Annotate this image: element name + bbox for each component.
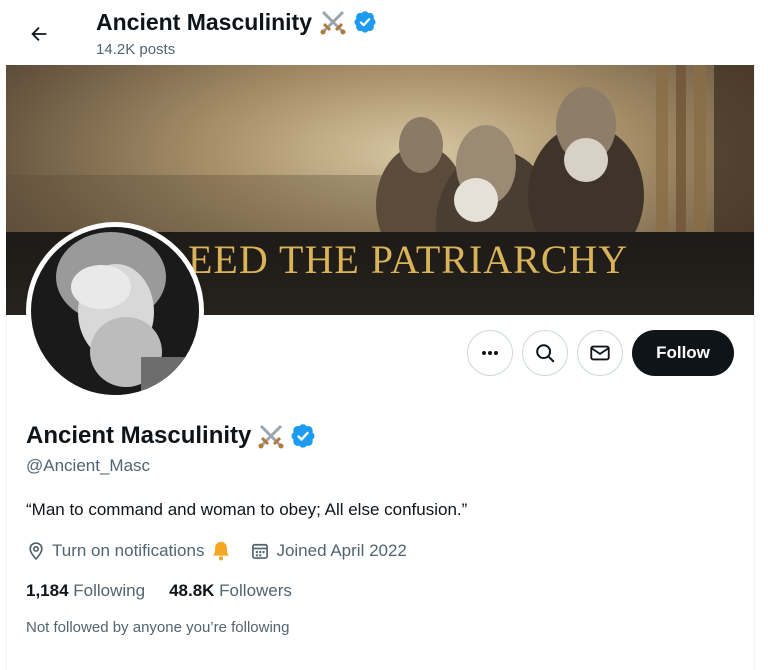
profile-meta: Turn on notifications Joined April 2022	[26, 540, 425, 562]
profile-header: Ancient Masculinity 14.2K posts	[0, 0, 768, 65]
followers-link[interactable]: 48.8K Followers	[169, 581, 292, 601]
following-link[interactable]: 1,184 Following	[26, 581, 145, 601]
avatar-image	[31, 227, 199, 395]
not-followed-notice: Not followed by anyone you’re following	[26, 619, 290, 636]
more-button[interactable]	[467, 330, 513, 376]
search-profile-button[interactable]	[522, 330, 568, 376]
envelope-icon	[590, 345, 610, 361]
verified-badge-icon[interactable]	[354, 11, 376, 33]
notifications-toggle[interactable]: Turn on notifications	[26, 540, 232, 562]
posts-count: 14.2K posts	[96, 41, 176, 58]
message-button[interactable]	[577, 330, 623, 376]
more-dots-icon	[482, 351, 498, 355]
calendar-icon	[252, 543, 269, 559]
crossed-swords-icon	[318, 7, 348, 37]
arrow-left-icon	[31, 26, 47, 42]
following-label: Following	[73, 581, 146, 600]
profile-handle: @Ancient_Masc	[26, 456, 151, 475]
joined-label: Joined April 2022	[276, 541, 407, 560]
bell-icon	[213, 541, 230, 561]
location-pin-icon	[29, 542, 43, 561]
avatar[interactable]	[26, 222, 204, 400]
followers-count: 48.8K	[169, 581, 220, 600]
header-display-name: Ancient Masculinity	[96, 8, 312, 35]
header-title: Ancient Masculinity	[96, 7, 376, 37]
profile-name-row: Ancient Masculinity	[26, 421, 315, 451]
banner-caption: EED THE PATRIARCHY	[188, 237, 629, 282]
following-count: 1,184	[26, 581, 74, 600]
followers-label: Followers	[219, 581, 292, 600]
verified-badge-icon[interactable]	[291, 424, 315, 448]
follow-button[interactable]: Follow	[632, 330, 734, 376]
profile-bio: “Man to command and woman to obey; All e…	[26, 500, 468, 519]
profile-display-name: Ancient Masculinity	[26, 422, 252, 449]
follow-stats: 1,184 Following 48.8K Followers	[26, 581, 316, 601]
back-button[interactable]	[22, 17, 56, 51]
crossed-swords-icon	[256, 421, 286, 451]
notifications-label: Turn on notifications	[52, 541, 205, 560]
search-icon	[536, 344, 555, 363]
joined-date: Joined April 2022	[250, 541, 407, 561]
